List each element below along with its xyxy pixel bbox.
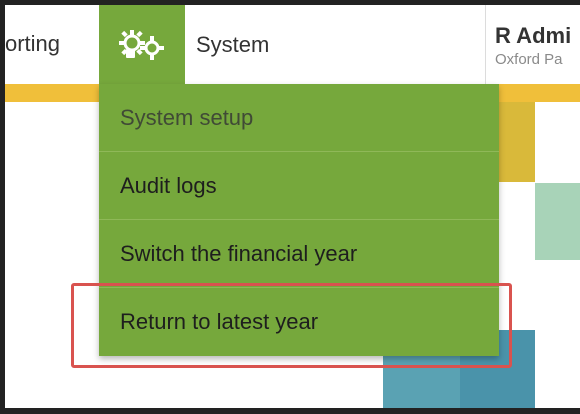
nav-item-reporting[interactable]: orting bbox=[5, 31, 60, 57]
menu-item-switch-financial-year[interactable]: Switch the financial year bbox=[99, 220, 499, 287]
gears-icon bbox=[119, 29, 164, 60]
dashboard-tile[interactable] bbox=[535, 183, 580, 260]
user-name: R Admi bbox=[495, 23, 572, 48]
user-account-menu[interactable]: R Admi Oxford Pa bbox=[485, 5, 580, 84]
system-menu-toggle[interactable] bbox=[99, 5, 185, 84]
dashboard-tile[interactable] bbox=[495, 102, 535, 182]
top-navigation-bar: orting System R Admi Oxford Pa bbox=[5, 5, 580, 84]
user-organisation: Oxford Pa bbox=[495, 51, 563, 68]
nav-item-system-label[interactable]: System bbox=[196, 32, 269, 58]
nav-item-system[interactable]: System bbox=[99, 5, 486, 84]
app-frame: orting System R Admi Oxford Pa System se… bbox=[5, 5, 580, 408]
menu-item-audit-logs[interactable]: Audit logs bbox=[99, 152, 499, 219]
menu-item-system-setup[interactable]: System setup bbox=[99, 84, 499, 151]
highlight-box bbox=[71, 283, 512, 368]
